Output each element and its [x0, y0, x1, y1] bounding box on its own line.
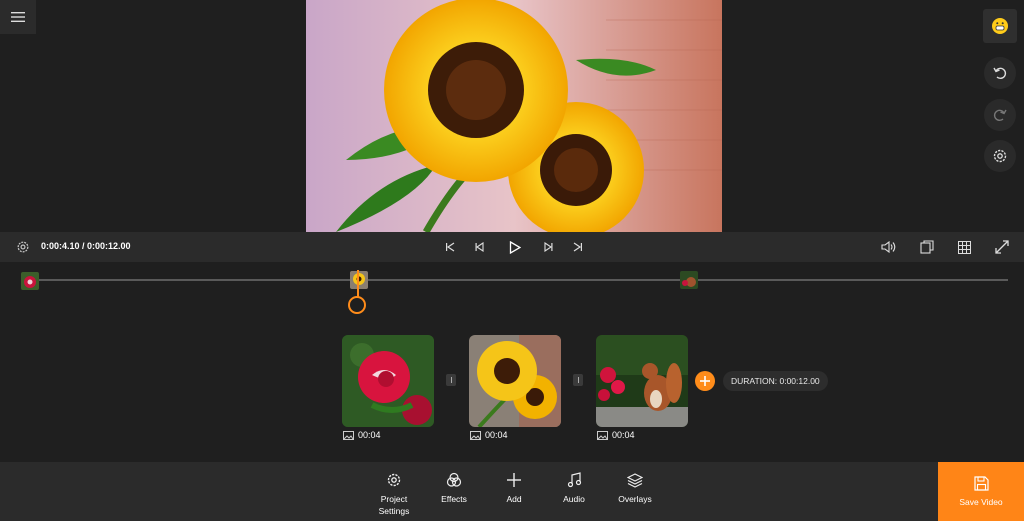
undo-button[interactable]: [984, 57, 1016, 89]
save-video-label: Save Video: [959, 497, 1003, 507]
emoji-button[interactable]: [983, 9, 1017, 43]
image-icon: [470, 430, 481, 440]
fullscreen-button[interactable]: [992, 232, 1012, 262]
settings-button[interactable]: [984, 140, 1016, 172]
music-icon: [567, 472, 582, 488]
playback-settings-button[interactable]: [12, 232, 34, 262]
time-readout: 0:00:4.10 / 0:00:12.00: [41, 241, 131, 251]
timeline-thumb-squirrel[interactable]: [680, 271, 698, 289]
clip-duration-text: 00:04: [485, 430, 508, 440]
settings-icon: [387, 473, 401, 487]
overlays-button[interactable]: Overlays: [613, 472, 657, 505]
effects-icon: [446, 472, 462, 487]
clip-duration-text: 00:04: [358, 430, 381, 440]
grid-button[interactable]: [954, 232, 974, 262]
video-preview: [306, 0, 722, 232]
clip-thumbnail-3[interactable]: [596, 335, 688, 427]
plus-icon: [700, 376, 710, 386]
menu-icon: [11, 12, 25, 22]
transition-button-2[interactable]: [573, 374, 583, 386]
step-back-icon: [475, 242, 484, 252]
overlays-label: Overlays: [618, 494, 652, 504]
project-settings-label-line2: Settings: [378, 506, 410, 516]
clip-thumbnail-2[interactable]: [469, 335, 561, 427]
add-clip-button[interactable]: [695, 371, 715, 391]
audio-button[interactable]: Audio: [558, 472, 590, 505]
fullscreen-icon: [995, 240, 1009, 254]
layers-icon: [627, 473, 643, 488]
skip-end-button[interactable]: [570, 232, 586, 262]
clip-duration-3: 00:04: [597, 430, 635, 440]
aspect-ratio-icon: [920, 240, 934, 254]
clip-duration-text: 00:04: [612, 430, 635, 440]
effects-label: Effects: [441, 494, 467, 504]
project-settings-button[interactable]: Project Settings: [374, 472, 414, 517]
clip-thumbnail-1[interactable]: [342, 335, 434, 427]
step-back-button[interactable]: [472, 232, 488, 262]
add-button[interactable]: Add: [498, 472, 530, 505]
volume-button[interactable]: [879, 232, 899, 262]
emoji-icon: [992, 18, 1008, 34]
effects-button[interactable]: Effects: [436, 472, 472, 505]
skip-start-icon: [446, 242, 455, 252]
clip-duration-1: 00:04: [343, 430, 381, 440]
playback-bar: 0:00:4.10 / 0:00:12.00: [0, 232, 1024, 262]
playhead-line: [357, 270, 359, 298]
clip-duration-2: 00:04: [470, 430, 508, 440]
image-icon: [343, 430, 354, 440]
audio-label: Audio: [563, 494, 585, 504]
step-forward-icon: [544, 242, 553, 252]
timeline-track[interactable]: [36, 279, 1008, 281]
bottom-toolbar: Project Settings Effects Add Audio Overl…: [0, 462, 1024, 521]
play-icon: [509, 240, 521, 254]
skip-start-button[interactable]: [442, 232, 458, 262]
skip-end-icon: [573, 242, 582, 252]
save-icon: [973, 476, 989, 491]
grid-icon: [957, 240, 971, 254]
play-button[interactable]: [506, 232, 524, 262]
total-duration-badge: DURATION: 0:00:12.00: [723, 371, 828, 391]
redo-icon: [993, 109, 1007, 122]
settings-icon: [17, 241, 29, 253]
aspect-ratio-button[interactable]: [917, 232, 937, 262]
settings-icon: [993, 149, 1007, 163]
project-settings-label-line1: Project: [380, 494, 408, 504]
image-icon: [597, 430, 608, 440]
menu-button[interactable]: [0, 0, 36, 34]
undo-icon: [993, 67, 1007, 80]
transition-button-1[interactable]: [446, 374, 456, 386]
timeline-thumb-rose[interactable]: [21, 272, 39, 290]
add-label: Add: [506, 494, 522, 504]
volume-icon: [881, 241, 896, 253]
playhead-handle[interactable]: [348, 296, 366, 314]
timeline-thumb-sunflower[interactable]: [350, 271, 368, 289]
step-forward-button[interactable]: [540, 232, 556, 262]
plus-icon: [507, 473, 521, 487]
redo-button[interactable]: [984, 99, 1016, 131]
save-video-button[interactable]: Save Video: [938, 462, 1024, 521]
